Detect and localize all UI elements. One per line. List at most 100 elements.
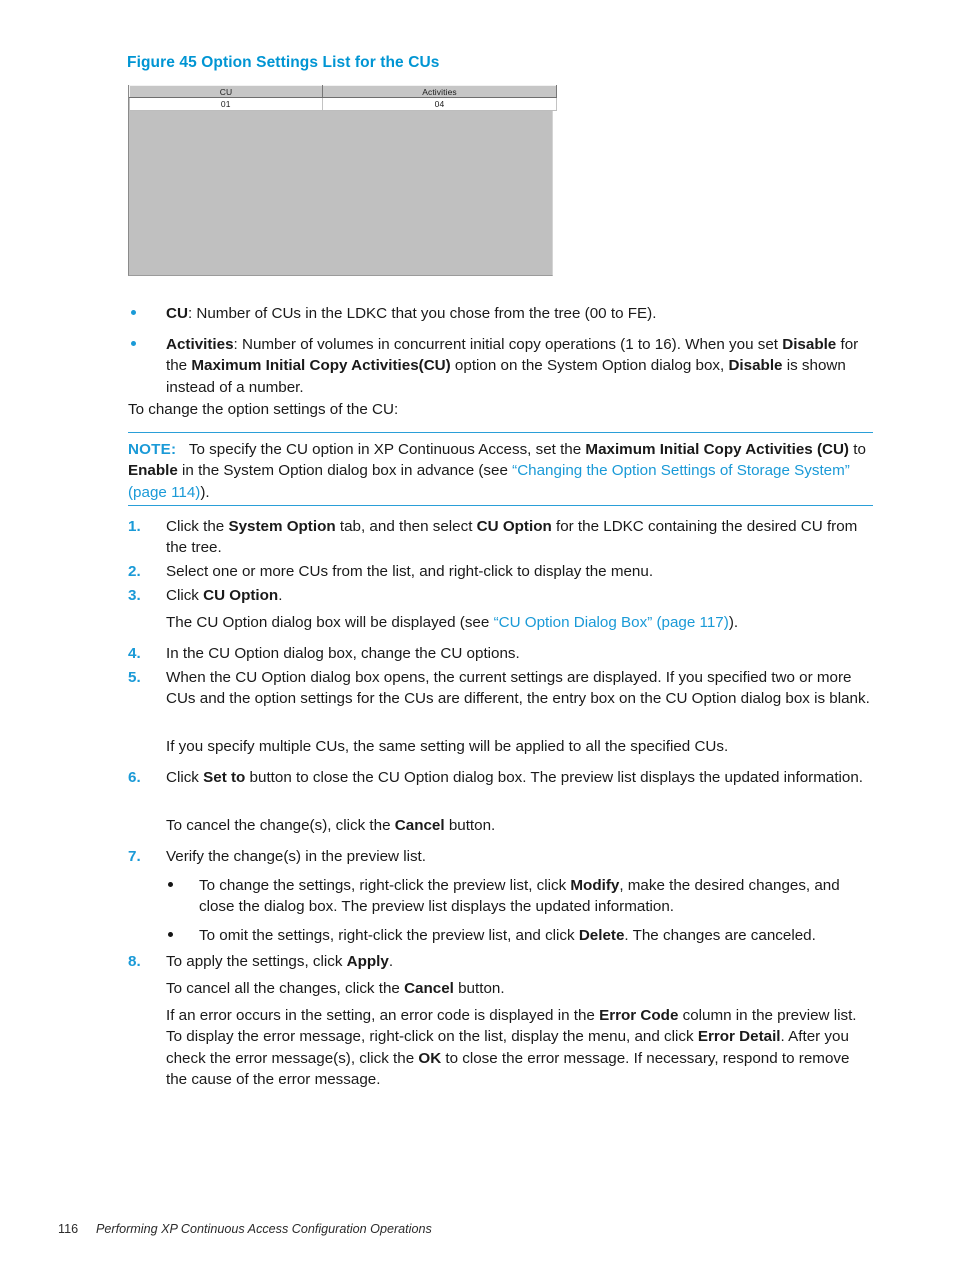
step-6: 6. Click Set to button to close the CU O… xyxy=(128,767,873,788)
step-text: Click CU Option. xyxy=(166,585,873,606)
footer-page-number: 116 xyxy=(58,1222,79,1236)
list-item-text: Activities: Number of volumes in concurr… xyxy=(166,334,873,398)
step-text: When the CU Option dialog box opens, the… xyxy=(166,669,870,708)
step-8: 8. To apply the settings, click Apply. xyxy=(128,951,873,972)
activities-text-1: : Number of volumes in concurrent initia… xyxy=(233,336,783,353)
step-continuation-text: If you specify multiple CUs, the same se… xyxy=(166,738,729,755)
step-number: 1. xyxy=(128,518,141,535)
err-bold-2: Error Detail xyxy=(697,1028,781,1046)
step-3-continuation: The CU Option dialog box will be display… xyxy=(128,612,873,633)
step3-text-1: Click xyxy=(166,587,204,604)
activities-text-3: option on the System Option dialog box, xyxy=(450,357,729,375)
term-activities: Activities xyxy=(166,336,234,353)
step8-text-2: . xyxy=(388,953,394,970)
sub2-text-2: . The changes are canceled. xyxy=(624,927,816,944)
note-rule-top xyxy=(128,432,873,433)
step-4: 4. In the CU Option dialog box, change t… xyxy=(128,643,873,664)
note-text-4: ). xyxy=(200,483,210,501)
step-number: 6. xyxy=(128,769,141,786)
step6-cont-1: To cancel the change(s), click the xyxy=(166,817,395,834)
activities-bold-3: Disable xyxy=(728,357,783,375)
step-5-continuation: If you specify multiple CUs, the same se… xyxy=(128,736,873,757)
sub1-text-1: To change the settings, right-click the … xyxy=(199,877,571,894)
step-2: 2. Select one or more CUs from the list,… xyxy=(128,561,873,582)
step-number: 2. xyxy=(128,563,141,580)
step-7: 7. Verify the change(s) in the preview l… xyxy=(128,846,873,867)
step-6-continuation: To cancel the change(s), click the Cance… xyxy=(128,815,873,836)
step6-text-2: button to close the CU Option dialog box… xyxy=(245,769,864,786)
step-number: 5. xyxy=(128,669,141,686)
sub2-bold-1: Delete xyxy=(578,927,625,944)
step1-text-2: tab, and then select xyxy=(335,518,477,535)
figure-caption: Figure 45 Option Settings List for the C… xyxy=(127,54,440,71)
step6-text-1: Click xyxy=(166,769,204,786)
note-rule-bottom xyxy=(128,505,873,506)
step6-cont-bold: Cancel xyxy=(394,817,445,834)
step-number: 7. xyxy=(128,848,141,865)
bullet-icon xyxy=(168,882,173,887)
footer-title: Performing XP Continuous Access Configur… xyxy=(96,1222,432,1236)
step-text: Verify the change(s) in the preview list… xyxy=(166,848,426,865)
step8-cont-1: To cancel all the changes, click the xyxy=(166,980,405,997)
err-bold-1: Error Code xyxy=(599,1007,679,1024)
step3-cont-1: The CU Option dialog box will be display… xyxy=(166,614,494,631)
step-continuation-text: To cancel all the changes, click the Can… xyxy=(166,978,873,999)
document-page: Figure 45 Option Settings List for the C… xyxy=(0,0,954,1271)
step3-text-2: . xyxy=(278,587,283,604)
note-bold-2: Enable xyxy=(128,462,178,480)
step-continuation-text: To cancel the change(s), click the Cance… xyxy=(166,815,873,836)
step8-cont-2: button. xyxy=(453,980,505,997)
step-1: 1. Click the System Option tab, and then… xyxy=(128,516,873,559)
note-text-2: to xyxy=(849,441,866,458)
link-cu-option-dialog-box[interactable]: “CU Option Dialog Box” (page 117) xyxy=(494,614,729,631)
note-block: NOTE: To specify the CU option in XP Con… xyxy=(128,439,876,503)
step-3: 3. Click CU Option. xyxy=(128,585,873,606)
step8-text-1: To apply the settings, click xyxy=(166,953,347,970)
column-header-activities: Activities xyxy=(322,85,557,98)
table-row[interactable]: 01 04 xyxy=(129,97,557,111)
step-8-continuation: To cancel all the changes, click the Can… xyxy=(128,978,873,999)
step-text: Click the System Option tab, and then se… xyxy=(166,516,873,559)
cell-activities: 04 xyxy=(322,97,557,111)
sub1-bold-1: Modify xyxy=(570,877,620,894)
error-paragraph-text: If an error occurs in the setting, an er… xyxy=(166,1005,873,1091)
term-cu: CU xyxy=(166,305,188,322)
activities-bold-1: Disable xyxy=(782,336,837,353)
sub2-text-1: To omit the settings, right-click the pr… xyxy=(199,927,579,944)
note-label: NOTE: xyxy=(128,441,177,458)
list-item-text: CU: Number of CUs in the LDKC that you c… xyxy=(166,303,873,324)
sub-list-item-text: To omit the settings, right-click the pr… xyxy=(199,925,873,946)
intro-paragraph: To change the option settings of the CU: xyxy=(128,401,399,418)
step8-cont-bold: Cancel xyxy=(404,980,454,997)
step-text: In the CU Option dialog box, change the … xyxy=(166,645,520,662)
step3-cont-2: ). xyxy=(728,614,739,631)
option-settings-table: CU Activities 01 04 xyxy=(129,85,557,111)
step-number: 8. xyxy=(128,953,141,970)
table-header-row: CU Activities xyxy=(129,85,557,98)
step6-cont-2: button. xyxy=(444,817,496,834)
definition-cu: : Number of CUs in the LDKC that you cho… xyxy=(187,305,657,322)
sub-list-item-delete: To omit the settings, right-click the pr… xyxy=(128,925,873,946)
step-text: Select one or more CUs from the list, an… xyxy=(166,563,654,580)
err-bold-3: OK xyxy=(418,1049,442,1067)
activities-bold-2: Maximum Initial Copy Activities(CU) xyxy=(191,357,451,375)
error-paragraph: If an error occurs in the setting, an er… xyxy=(128,1005,873,1091)
bullet-icon xyxy=(131,341,136,346)
step1-bold-1: System Option xyxy=(228,518,336,535)
step-continuation-text: The CU Option dialog box will be display… xyxy=(166,612,873,633)
step8-bold-1: Apply xyxy=(346,953,389,970)
err-text-1: If an error occurs in the setting, an er… xyxy=(166,1007,600,1024)
step-text: To apply the settings, click Apply. xyxy=(166,951,873,972)
cell-cu: 01 xyxy=(129,97,323,111)
step-5: 5. When the CU Option dialog box opens, … xyxy=(128,667,873,710)
step-number: 4. xyxy=(128,645,141,662)
step-number: 3. xyxy=(128,587,141,604)
step3-bold-1: CU Option xyxy=(203,587,279,604)
note-text-3: in the System Option dialog box in advan… xyxy=(177,462,513,480)
sub-list-item-modify: To change the settings, right-click the … xyxy=(128,875,873,918)
step6-bold-1: Set to xyxy=(203,769,246,786)
bullet-icon xyxy=(168,932,173,937)
figure-option-settings-list: CU Activities 01 04 xyxy=(128,85,557,276)
sub-list-item-text: To change the settings, right-click the … xyxy=(199,875,873,918)
list-item-activities: Activities: Number of volumes in concurr… xyxy=(128,334,873,398)
